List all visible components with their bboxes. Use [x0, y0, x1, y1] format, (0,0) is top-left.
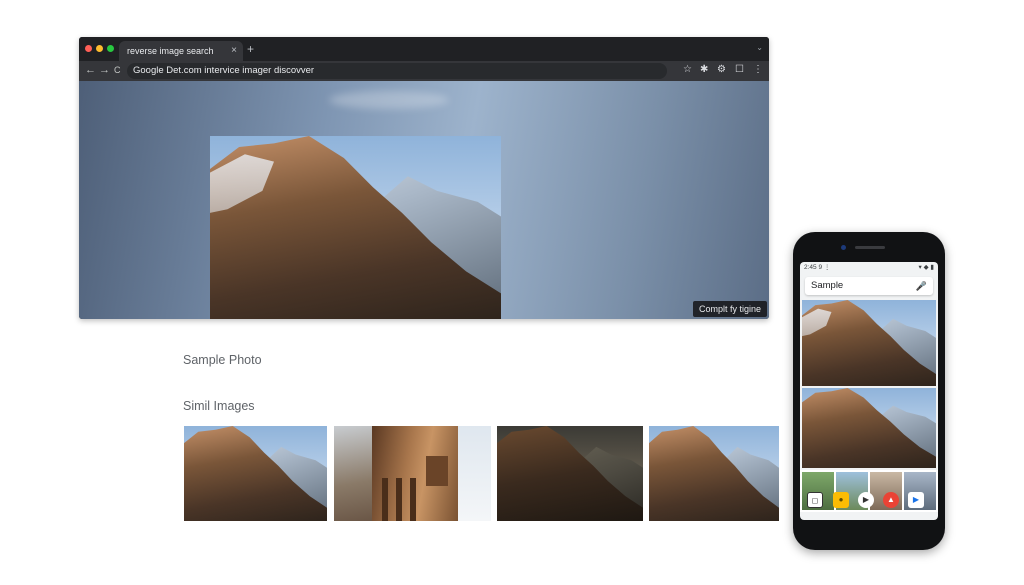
similar-image-thumbnail-4[interactable]	[649, 426, 779, 521]
compare-image-button[interactable]: Complt fy tigine	[692, 301, 767, 317]
similar-image-thumbnail-1[interactable]	[184, 426, 327, 521]
tab-reverse-image-search[interactable]: reverse image search ×	[119, 41, 243, 61]
settings-gear-icon[interactable]: ⚙	[717, 64, 726, 75]
phone-search-input[interactable]: Sample 🎤	[805, 277, 933, 295]
tab-list-dropdown[interactable]: ⌄	[756, 43, 763, 52]
extensions-icon[interactable]: ✱	[700, 64, 708, 75]
tab-title: reverse image search	[127, 46, 214, 56]
close-window-button[interactable]	[85, 45, 92, 52]
url-text: Google Det.com intervice imager discovve…	[133, 65, 315, 76]
phone-result-image-1[interactable]	[802, 300, 936, 386]
window-controls	[85, 45, 114, 52]
similar-image-thumbnail-2[interactable]	[334, 426, 491, 521]
browser-viewport: Complt fy tigine	[79, 81, 769, 319]
video-app-icon[interactable]: ▶	[908, 492, 924, 508]
sample-photo-label: Sample Photo	[183, 353, 262, 367]
tab-bar: reverse image search × + ⌄	[79, 37, 769, 61]
menu-kebab-icon[interactable]: ⋮	[753, 64, 763, 75]
phone-screen: 2:45 9 ⋮ ▾ ◆ ▮ Sample 🎤 ◻ ● ▶ ▲ ▶	[800, 262, 938, 520]
phone-search-value: Sample	[811, 280, 844, 291]
navigation-bar: ← → C Google Det.com intervice imager di…	[79, 61, 769, 81]
phone-camera	[841, 245, 846, 250]
browser-window: reverse image search × + ⌄ ← → C Google …	[79, 37, 769, 319]
profile-icon[interactable]: ☐	[735, 64, 744, 75]
keep-app-icon[interactable]: ●	[833, 492, 849, 508]
similar-images-heading: Simil Images	[183, 399, 255, 413]
close-tab-icon[interactable]: ×	[231, 41, 237, 61]
reload-button[interactable]: C	[114, 65, 121, 75]
address-bar[interactable]: Google Det.com intervice imager discovve…	[127, 63, 667, 79]
uploaded-query-image[interactable]	[210, 136, 501, 319]
back-button[interactable]: ←	[85, 64, 96, 76]
mobile-phone: 2:45 9 ⋮ ▾ ◆ ▮ Sample 🎤 ◻ ● ▶ ▲ ▶	[793, 232, 945, 550]
microphone-icon[interactable]: 🎤	[916, 277, 927, 295]
similar-image-thumbnail-3[interactable]	[497, 426, 643, 521]
phone-app-strip: ◻ ● ▶ ▲ ▶	[800, 470, 938, 512]
forward-button[interactable]: →	[99, 64, 110, 76]
bookmark-star-icon[interactable]: ☆	[683, 64, 692, 75]
status-icons: ▾ ◆ ▮	[918, 264, 934, 271]
new-tab-button[interactable]: +	[247, 42, 254, 56]
minimize-window-button[interactable]	[96, 45, 103, 52]
maximize-window-button[interactable]	[107, 45, 114, 52]
phone-speaker	[855, 246, 885, 249]
phone-result-image-2[interactable]	[802, 388, 936, 468]
cloud-graphic	[329, 91, 449, 109]
play-app-icon[interactable]: ▶	[858, 492, 874, 508]
gallery-app-icon[interactable]: ◻	[807, 492, 823, 508]
chrome-app-icon[interactable]: ▲	[883, 492, 899, 508]
phone-status-bar: 2:45 9 ⋮ ▾ ◆ ▮	[800, 262, 938, 274]
status-time: 2:45 9 ⋮	[804, 264, 831, 271]
